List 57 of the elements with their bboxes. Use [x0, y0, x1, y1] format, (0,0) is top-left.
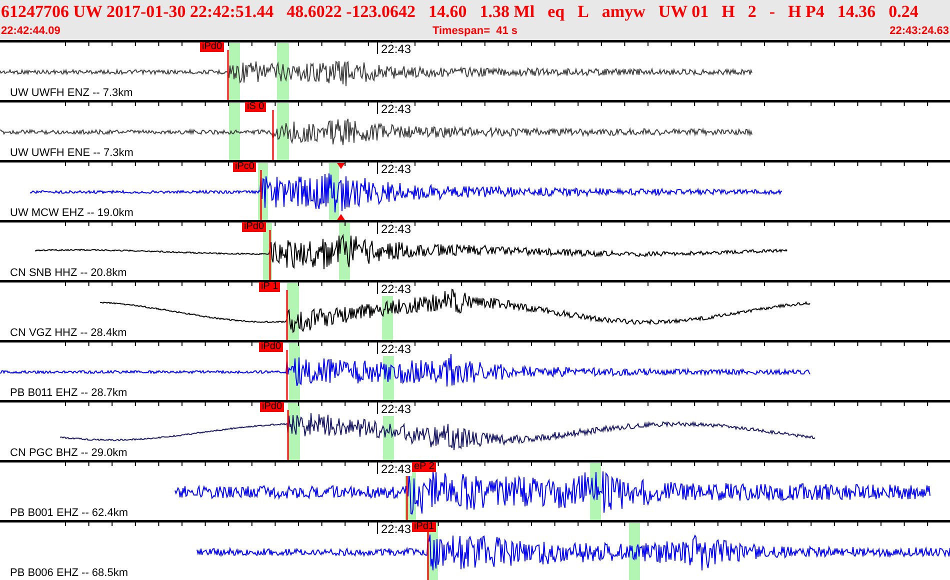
time-label: 22:43	[380, 343, 412, 356]
station-label: UW UWFH ENZ -- 7.3km	[10, 87, 133, 99]
event-info-text: eq	[548, 1, 565, 24]
time-label: 22:43	[380, 463, 412, 476]
station-label: CN PGC BHZ -- 29.0km	[10, 447, 128, 459]
pick-line	[287, 410, 289, 460]
pick-label[interactable]: iPd1	[412, 522, 436, 532]
pick-line	[286, 290, 288, 340]
event-info-text: 14.60	[428, 1, 467, 24]
event-info-text: L	[578, 1, 589, 24]
event-info-text: UW 01	[658, 1, 709, 24]
event-info-text: 1.38 Ml	[480, 1, 535, 24]
event-info-text: 0.24	[888, 1, 918, 24]
event-info-text: amyw	[602, 1, 646, 24]
event-info-text: 14.36	[837, 1, 876, 24]
timespan-text: Timespan= 41 s	[432, 24, 518, 38]
pick-line	[272, 110, 274, 160]
time-label: 22:43	[380, 223, 412, 236]
time-window-band	[277, 103, 289, 160]
station-label: CN SNB HHZ -- 20.8km	[10, 267, 127, 279]
pick-label[interactable]: iS 0	[245, 102, 266, 112]
station-label: PB B006 EHZ -- 68.5km	[10, 567, 128, 579]
station-label: CN VGZ HHZ -- 28.4km	[10, 327, 127, 339]
end-time-text: 22:43:24.63	[890, 24, 949, 38]
pick-label[interactable]: iPd0	[260, 402, 284, 412]
event-info-text: H	[722, 1, 735, 24]
event-info-text: H P4	[788, 1, 824, 24]
time-window-band	[229, 103, 240, 160]
pick-line	[286, 350, 288, 400]
pick-label[interactable]: iPd0	[242, 222, 266, 232]
pick-label[interactable]: iPc0	[233, 162, 256, 172]
pick-line	[260, 170, 262, 220]
pick-line	[269, 230, 271, 280]
pick-label[interactable]: iPd0	[259, 342, 284, 352]
event-info-text: 2	[748, 1, 756, 24]
event-info-text: 61247706 UW 2017-01-30 22:42:51.44	[1, 1, 274, 24]
pick-label[interactable]: iP 1	[259, 282, 280, 292]
pick-label[interactable]: iPd0	[200, 42, 224, 52]
triangle-down-icon	[337, 163, 345, 169]
time-label: 22:43	[380, 103, 412, 116]
station-label: PB B011 EHZ -- 28.7km	[10, 387, 128, 399]
triangle-up-icon	[337, 214, 345, 220]
time-label: 22:43	[380, 403, 412, 416]
time-window-band	[277, 43, 289, 100]
station-label: UW MCW EHZ -- 19.0km	[10, 207, 134, 219]
time-label: 22:43	[380, 283, 412, 296]
station-label: PB B001 EHZ -- 62.4km	[10, 507, 128, 519]
start-time-text: 22:42:44.09	[1, 24, 60, 38]
station-label: UW UWFH ENE -- 7.3km	[10, 147, 134, 159]
time-label: 22:43	[380, 163, 412, 176]
event-info-text: -	[769, 1, 776, 24]
time-label: 22:43	[380, 43, 412, 56]
pick-line	[427, 530, 429, 580]
pick-line	[227, 50, 229, 100]
pick-label[interactable]: eP 2	[412, 462, 436, 472]
time-label: 22:43	[380, 523, 412, 536]
event-info-text: 48.6022 -123.0642	[286, 1, 416, 24]
